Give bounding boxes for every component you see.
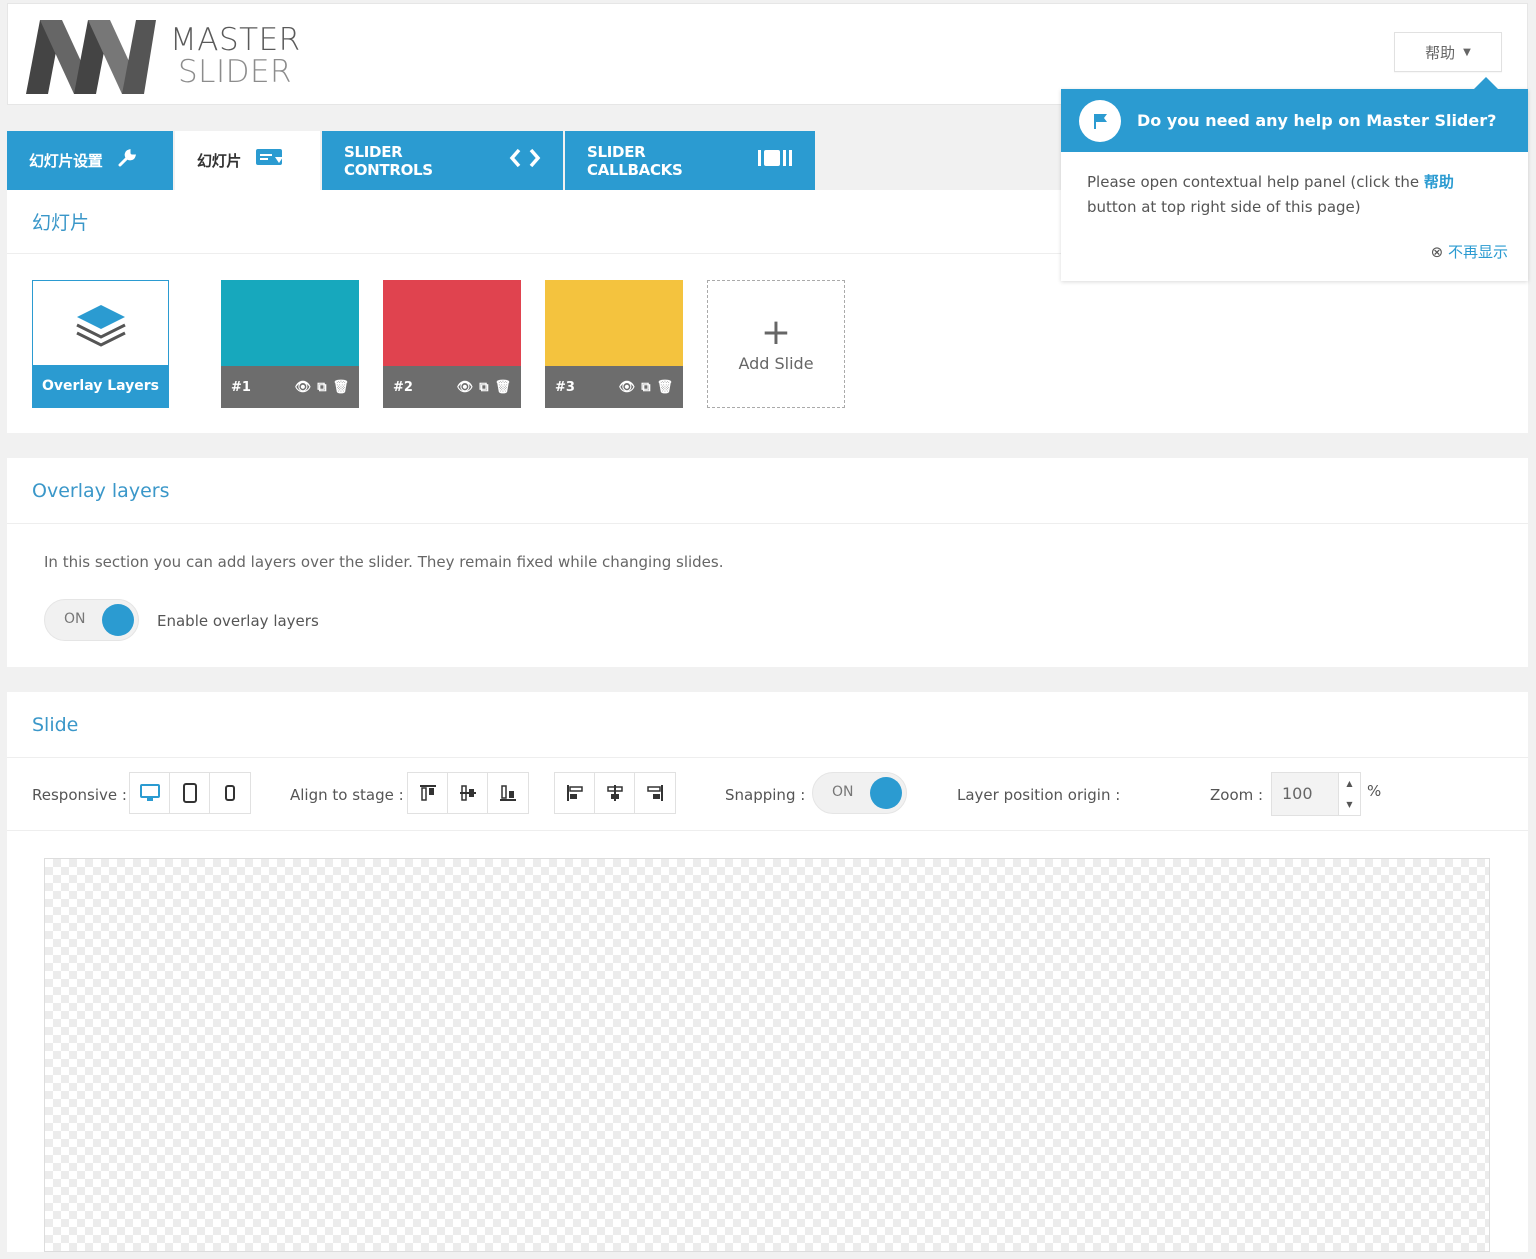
zoom-stepper[interactable]: ▲ ▼ [1338,773,1360,815]
add-slide-label: Add Slide [738,353,814,373]
tab-slider-controls[interactable]: SLIDER CONTROLS [322,131,563,190]
align-left-icon[interactable] [555,773,595,813]
popover-text-2: button at top right side of this page) [1087,198,1361,216]
settings-tabs: 幻灯片设置 幻灯片 SLIDER CONTROLS SLIDER CALLBAC… [7,131,817,190]
code-arrows-icon [509,148,541,173]
dismiss-help-link[interactable]: ⊗ 不再显示 [1431,241,1508,262]
close-circle-icon: ⊗ [1430,243,1444,261]
tab-label: SLIDER CALLBACKS [587,142,683,179]
layer-origin-label: Layer position origin : [957,786,1121,804]
zoom-unit: % [1367,782,1382,800]
slides-icon [255,148,285,173]
slide-card-2[interactable]: #2 👁 ⧉ 🗑 [383,280,521,408]
slide-stage[interactable] [44,858,1490,1252]
help-button[interactable]: 帮助 ▼ [1394,32,1502,72]
slide-thumbnail [221,280,359,366]
tab-label: 幻灯片 [197,152,242,170]
toggle-state: ON [64,611,86,627]
align-right-icon[interactable] [635,773,675,813]
eye-icon[interactable]: 👁 [619,380,636,395]
enable-overlay-toggle[interactable]: ON [44,599,139,641]
snapping-toggle[interactable]: ON [812,772,907,814]
zoom-label: Zoom : [1210,786,1264,804]
mobile-icon[interactable] [210,773,250,813]
align-bottom-icon[interactable] [488,773,528,813]
zoom-value: 100 [1282,784,1313,803]
dismiss-label: 不再显示 [1447,243,1508,261]
trash-icon[interactable]: 🗑 [332,380,349,395]
caret-down-icon: ▼ [1463,46,1471,58]
tab-slider-settings[interactable]: 幻灯片设置 [7,131,173,190]
horizontal-align-buttons [554,772,676,814]
slide-panel: Slide Responsive : Align to stage : Snap… [7,692,1528,1252]
increment-icon[interactable]: ▲ [1346,779,1352,788]
toggle-knob [102,604,134,636]
slide-list: Overlay Layers #1 👁 ⧉ 🗑 #2 👁 ⧉ 🗑 #3 👁 ⧉ … [32,280,845,408]
trash-icon[interactable]: 🗑 [656,380,673,395]
duplicate-icon[interactable]: ⧉ [641,380,650,395]
eye-icon[interactable]: 👁 [457,380,474,395]
duplicate-icon[interactable]: ⧉ [479,380,488,395]
overlay-panel-title: Overlay layers [7,458,1528,524]
logo-line-2: SLIDER [178,54,293,90]
tablet-icon[interactable] [170,773,210,813]
popover-body: Please open contextual help panel (click… [1061,152,1528,220]
overlay-layers-label: Overlay Layers [33,365,168,407]
slide-number: #1 [231,379,251,395]
slide-bar: #1 👁 ⧉ 🗑 [221,366,359,408]
master-slider-logo: MASTER SLIDER [26,18,300,94]
plus-icon: + [760,311,792,353]
overlay-layers-panel: Overlay layers In this section you can a… [7,458,1528,667]
align-middle-icon[interactable] [448,773,488,813]
stage-toolbar: Responsive : Align to stage : Snapping:… [7,758,1528,831]
help-popover: Do you need any help on Master Slider? P… [1061,77,1528,281]
tab-label: SLIDER CONTROLS [344,142,433,179]
toggle-state: ON [832,784,854,800]
slide-thumbnail [545,280,683,366]
responsive-label: Responsive : [32,786,127,804]
add-slide-button[interactable]: + Add Slide [707,280,845,408]
zoom-input[interactable]: 100 ▲ ▼ [1271,772,1361,816]
popover-highlight: 帮助 [1423,173,1454,191]
responsive-buttons [129,772,251,814]
logo-line-1: MASTER [170,22,301,58]
enable-overlay-label: Enable overlay layers [157,612,319,630]
slide-bar: #2 👁 ⧉ 🗑 [383,366,521,408]
decrement-icon[interactable]: ▼ [1346,800,1352,809]
slide-card-3[interactable]: #3 👁 ⧉ 🗑 [545,280,683,408]
slide-number: #2 [393,379,413,395]
popover-title: Do you need any help on Master Slider? [1137,111,1497,130]
vertical-align-buttons [407,772,529,814]
popover-header: Do you need any help on Master Slider? [1061,89,1528,152]
callbacks-icon [757,148,793,173]
toggle-knob [870,777,902,809]
eye-icon[interactable]: 👁 [295,380,312,395]
align-center-icon[interactable] [595,773,635,813]
trash-icon[interactable]: 🗑 [494,380,511,395]
slide-card-1[interactable]: #1 👁 ⧉ 🗑 [221,280,359,408]
flag-icon [1079,99,1121,142]
popover-arrow [1474,77,1498,89]
align-top-icon[interactable] [408,773,448,813]
tab-slides[interactable]: 幻灯片 [175,131,320,190]
overlay-layers-card[interactable]: Overlay Layers [32,280,169,408]
align-label: Align to stage : [290,786,404,804]
slide-number: #3 [555,379,575,395]
duplicate-icon[interactable]: ⧉ [317,380,326,395]
tab-label: 幻灯片设置 [29,152,103,170]
overlay-description: In this section you can add layers over … [44,553,724,571]
slide-thumbnail [383,280,521,366]
snapping-label: Snapping : [725,786,806,804]
slide-panel-title: Slide [7,692,1528,758]
slide-bar: #3 👁 ⧉ 🗑 [545,366,683,408]
tab-slider-callbacks[interactable]: SLIDER CALLBACKS [565,131,815,190]
help-button-label: 帮助 [1425,43,1456,62]
wrench-icon [117,148,137,173]
layers-icon [76,305,126,347]
desktop-icon[interactable] [130,773,170,813]
popover-text-1: Please open contextual help panel (click… [1087,173,1424,191]
